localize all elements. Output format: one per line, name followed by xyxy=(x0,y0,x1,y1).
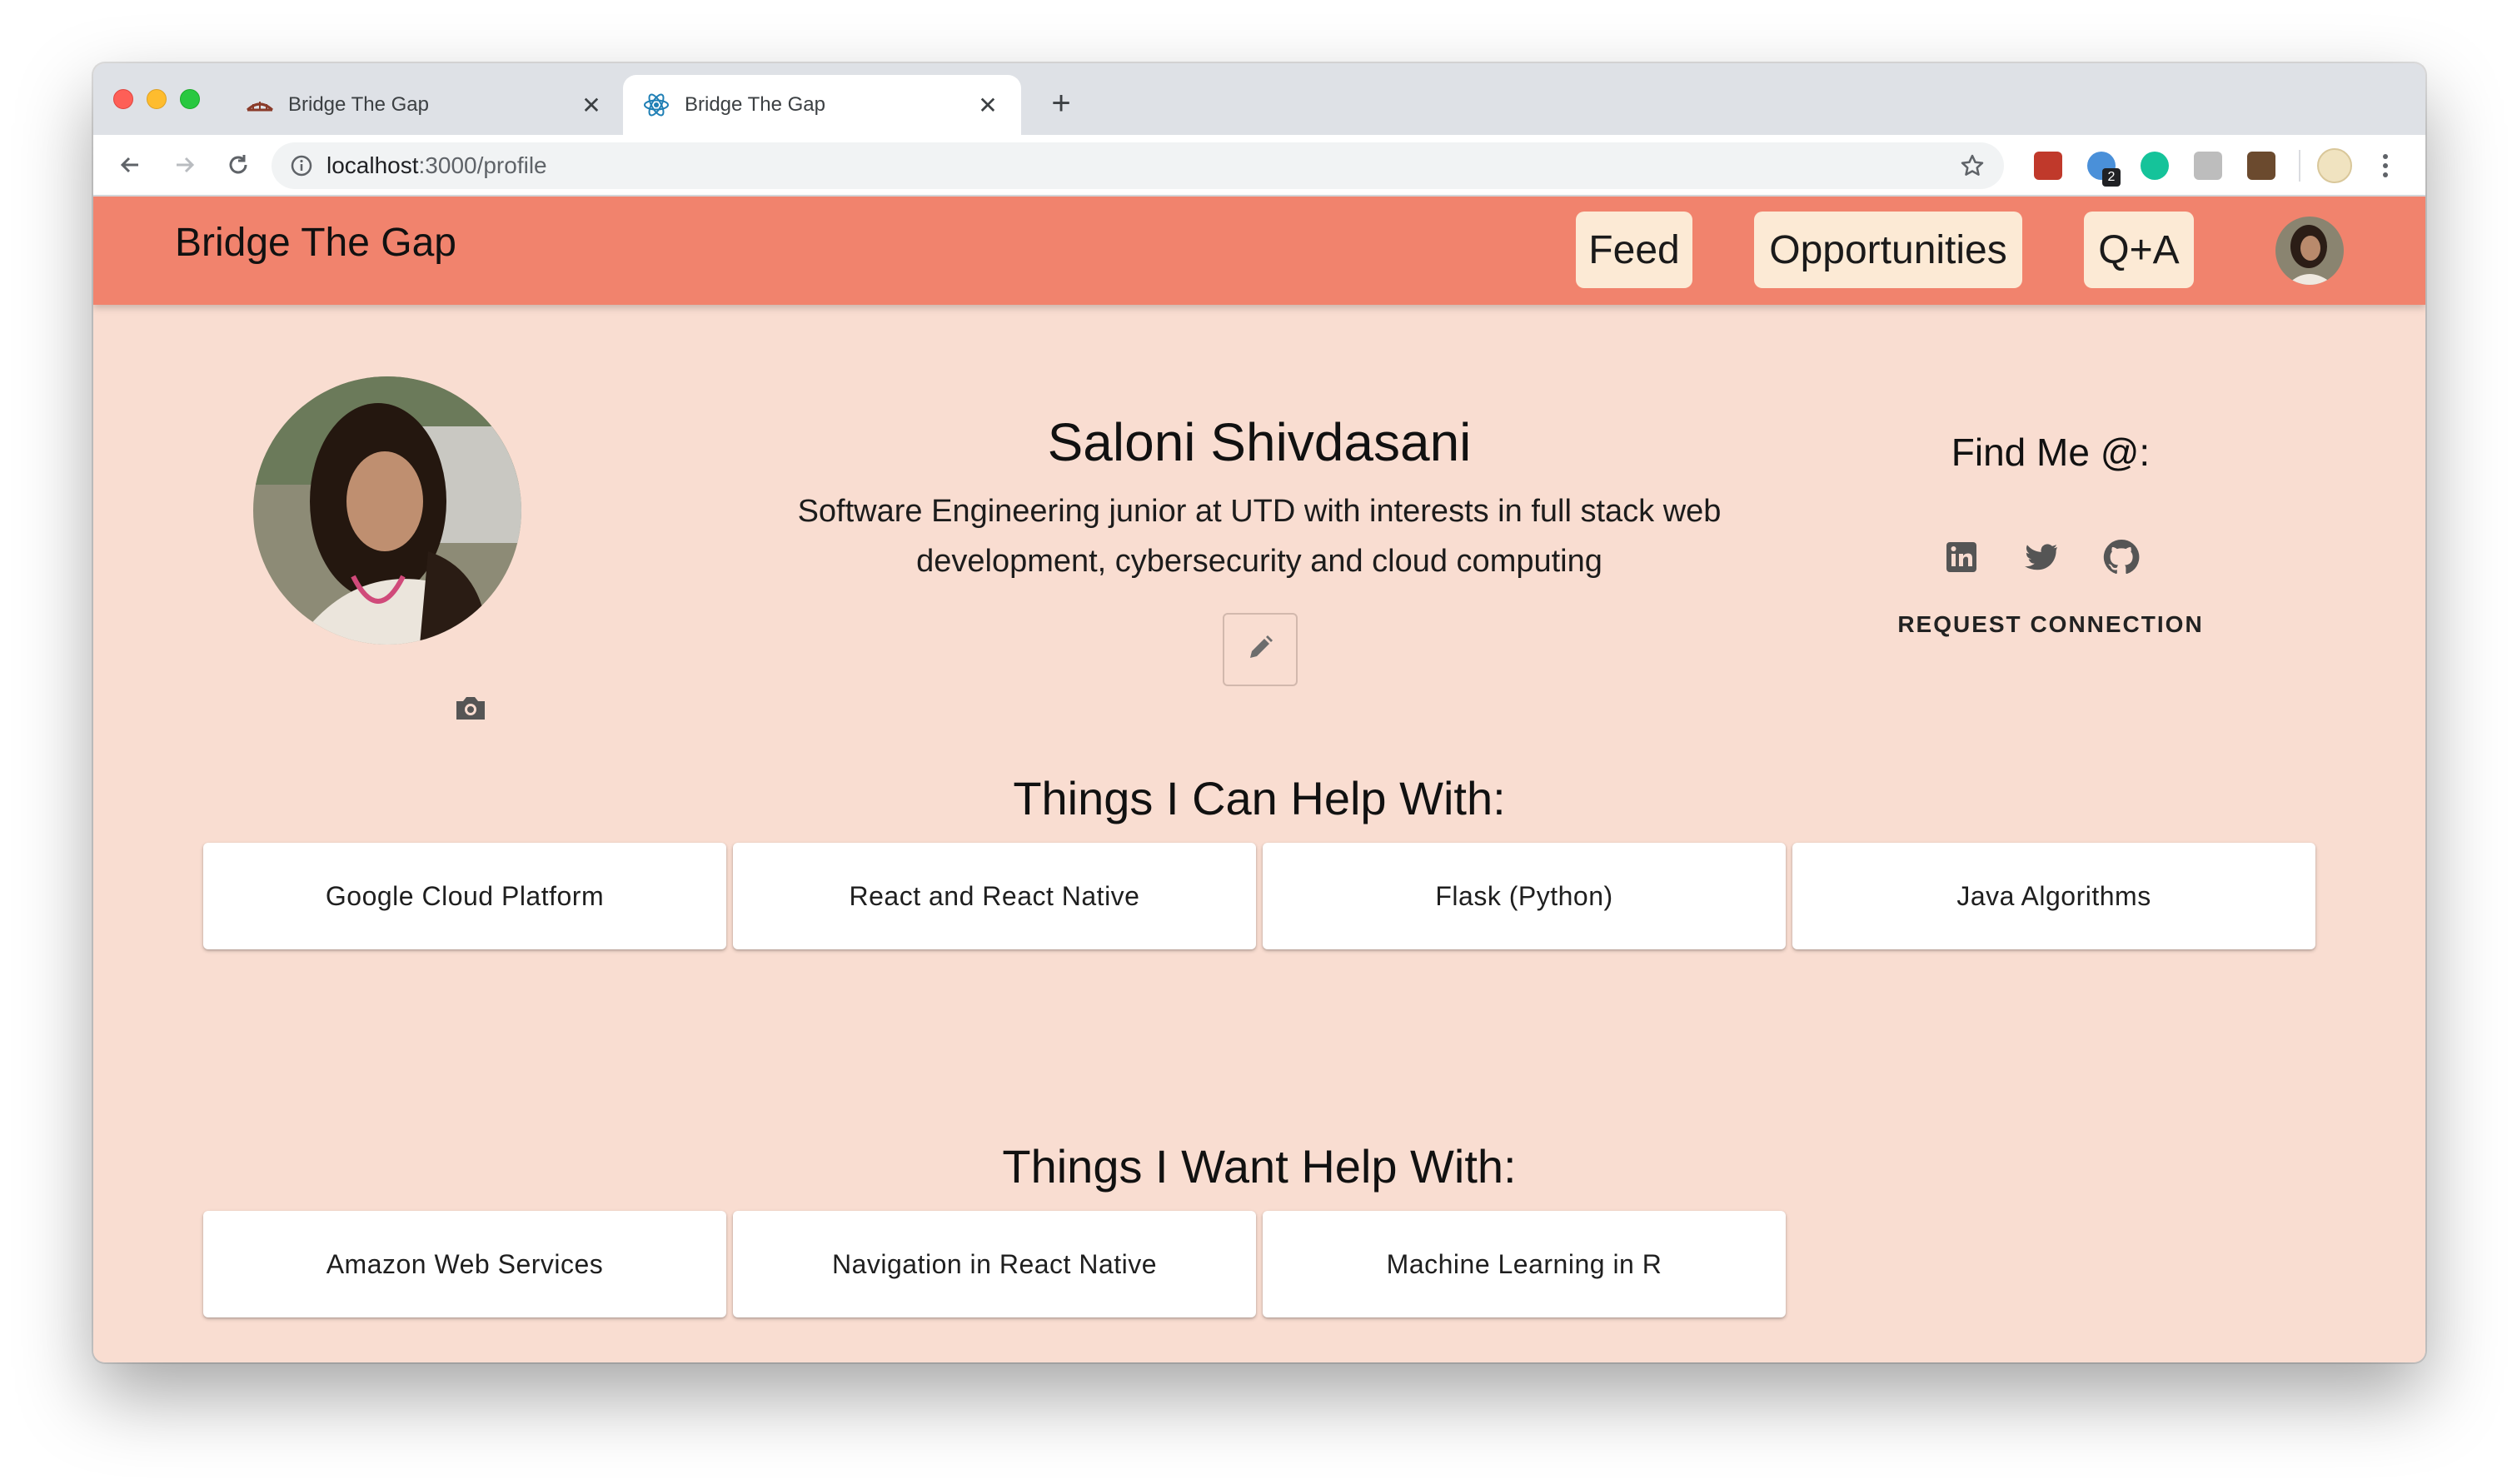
linkedin-icon[interactable] xyxy=(1941,536,1982,578)
want-help-card[interactable]: Navigation in React Native xyxy=(733,1211,1256,1317)
nav-feed-button[interactable]: Feed xyxy=(1576,212,1692,288)
can-help-heading: Things I Can Help With: xyxy=(1013,772,1506,824)
twitter-icon[interactable] xyxy=(2021,536,2062,578)
bookmark-star-icon[interactable] xyxy=(1959,152,1986,179)
want-help-card[interactable]: Machine Learning in R xyxy=(1263,1211,1786,1317)
extension-icon-5[interactable] xyxy=(2247,152,2275,180)
url-path: :3000/profile xyxy=(418,152,547,178)
extension-icon-2[interactable]: 2 xyxy=(2087,152,2121,187)
want-help-heading: Things I Want Help With: xyxy=(1002,1140,1517,1193)
github-icon[interactable] xyxy=(2101,536,2142,578)
can-help-card[interactable]: Google Cloud Platform xyxy=(203,843,726,949)
bio-line-2: development, cybersecurity and cloud com… xyxy=(916,544,1602,579)
can-help-card[interactable]: Java Algorithms xyxy=(1792,843,2315,949)
nav-opportunities-button[interactable]: Opportunities xyxy=(1754,212,2022,288)
grammarly-icon[interactable] xyxy=(2141,152,2169,180)
can-help-card[interactable]: React and React Native xyxy=(733,843,1256,949)
close-tab-icon[interactable]: ✕ xyxy=(974,92,1001,118)
url-host: localhost xyxy=(326,152,419,178)
site-info-icon[interactable] xyxy=(290,154,313,177)
extension-icon-1[interactable] xyxy=(2034,152,2062,180)
request-connection-button[interactable]: REQUEST CONNECTION xyxy=(1859,611,2242,638)
profile-photo xyxy=(253,376,521,645)
more-menu-icon[interactable] xyxy=(2379,148,2392,183)
bio-line-1: Software Engineering junior at UTD with … xyxy=(797,494,1722,529)
can-help-card[interactable]: Flask (Python) xyxy=(1263,843,1786,949)
browser-tab-2[interactable]: Bridge The Gap ✕ xyxy=(623,75,1021,135)
brand-title[interactable]: Bridge The Gap xyxy=(175,220,456,266)
user-avatar[interactable] xyxy=(2275,217,2344,285)
bridge-icon xyxy=(247,92,273,118)
want-help-card[interactable]: Amazon Web Services xyxy=(203,1211,726,1317)
close-tab-icon[interactable]: ✕ xyxy=(578,92,605,118)
forward-icon[interactable] xyxy=(167,147,203,183)
browser-profile-avatar[interactable] xyxy=(2317,148,2352,183)
tab-title: Bridge The Gap xyxy=(685,93,825,116)
browser-window: Bridge The Gap ✕ Bridge The Gap ✕ + loca… xyxy=(93,63,2425,1362)
minimize-window-button[interactable] xyxy=(147,89,167,109)
profile-name: Saloni Shivdasani xyxy=(1047,412,1472,472)
find-me-heading: Find Me @: xyxy=(1951,431,2151,474)
profile-page: Saloni Shivdasani Software Engineering j… xyxy=(93,305,2425,1362)
tab-title: Bridge The Gap xyxy=(288,93,429,116)
address-bar[interactable]: localhost:3000/profile xyxy=(272,142,2004,189)
app-header: Bridge The Gap Feed Opportunities Q+A xyxy=(93,197,2425,305)
nav-qa-button[interactable]: Q+A xyxy=(2084,212,2194,288)
browser-tab-1[interactable]: Bridge The Gap ✕ xyxy=(227,75,625,135)
back-icon[interactable] xyxy=(112,147,148,183)
extension-badge: 2 xyxy=(2102,168,2121,187)
browser-toolbar: localhost:3000/profile 2 xyxy=(93,135,2425,197)
profile-bio: Software Engineering junior at UTD with … xyxy=(726,486,1792,586)
extension-icon-4[interactable] xyxy=(2194,152,2222,180)
new-tab-button[interactable]: + xyxy=(1043,85,1079,122)
maximize-window-button[interactable] xyxy=(180,89,200,109)
camera-icon[interactable] xyxy=(451,690,490,728)
react-icon xyxy=(643,92,670,118)
pencil-icon xyxy=(1246,634,1274,666)
toolbar-separator xyxy=(2299,150,2300,182)
close-window-button[interactable] xyxy=(113,89,133,109)
url-text: localhost:3000/profile xyxy=(326,152,547,179)
reload-icon[interactable] xyxy=(220,147,257,183)
edit-profile-button[interactable] xyxy=(1223,613,1298,686)
tab-strip: Bridge The Gap ✕ Bridge The Gap ✕ + xyxy=(93,63,2425,135)
